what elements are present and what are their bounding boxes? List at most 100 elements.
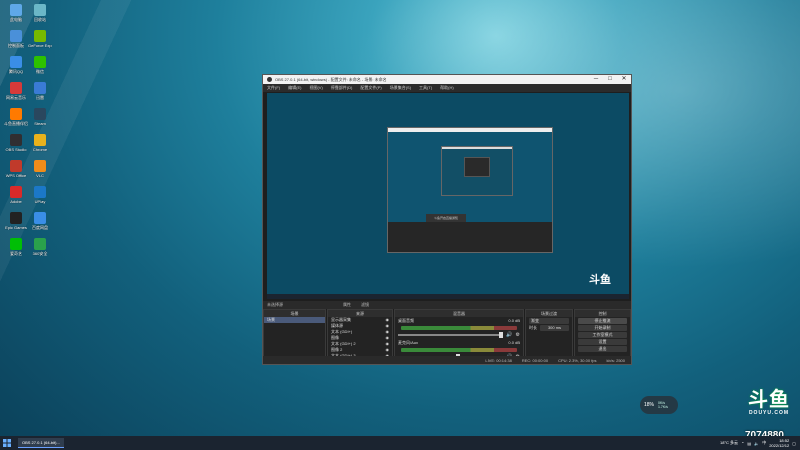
desktop-icon-label: 斗鱼直播伴侣: [4, 121, 28, 126]
desktop-icon-label: 360安全: [32, 251, 48, 256]
scenes-header: 场景: [264, 310, 325, 317]
desktop-icon-label: 百度网盘: [32, 225, 48, 230]
desktop-icon[interactable]: 此电脑: [4, 4, 28, 22]
desktop-icon[interactable]: Adobe: [4, 186, 28, 204]
desktop-icon[interactable]: 控制面板: [4, 30, 28, 48]
volume-icon[interactable]: 🔈: [754, 441, 759, 446]
clock-date: 2022/12/12: [769, 443, 790, 448]
desktop-icon[interactable]: 百度网盘: [28, 212, 52, 230]
obs-window: OBS 27.0.1 (64-bit, windows) - 配置文件: 未命名…: [262, 74, 632, 365]
taskbar-obs-item[interactable]: OBS 27.0.1 (64-bit)...: [18, 438, 64, 448]
desktop-icon[interactable]: 爱奇艺: [4, 238, 28, 256]
desktop-icon[interactable]: Epic Games: [4, 212, 28, 230]
menu-file[interactable]: 文件(F): [267, 85, 280, 91]
clock[interactable]: 18:52 2022/12/12: [769, 438, 789, 448]
desktop-icon[interactable]: 360安全: [28, 238, 52, 256]
menu-help[interactable]: 帮助(H): [440, 85, 454, 91]
douyu-logo: 斗鱼: [748, 387, 790, 411]
desktop-icon[interactable]: 回收站: [28, 4, 52, 22]
desktop-icon[interactable]: 斗鱼直播伴侣: [4, 108, 28, 126]
app-icon: [10, 238, 22, 250]
desktop-icon[interactable]: 迅雷: [28, 82, 52, 100]
sources-header: 来源: [328, 310, 392, 317]
bitrate: kb/s: 2500: [606, 357, 625, 363]
app-icon: [10, 108, 22, 120]
desktop-icon[interactable]: Chrome: [28, 134, 52, 152]
desktop-icon-label: UPlay: [34, 199, 46, 204]
app-icon: [34, 160, 46, 172]
desktop-icon[interactable]: Steam: [28, 108, 52, 126]
input-language[interactable]: 中: [762, 440, 766, 446]
desktop-icon[interactable]: UPlay: [28, 186, 52, 204]
menu-edit[interactable]: 编辑(E): [288, 85, 301, 91]
menu-view[interactable]: 视图(V): [309, 85, 322, 91]
preview-canvas[interactable]: 斗鱼开启直播通知 斗鱼: [267, 93, 629, 299]
maximize-button[interactable]: □: [603, 75, 617, 84]
net-usage-percent: 18%: [643, 402, 654, 408]
app-icon: [34, 30, 46, 42]
gear-icon[interactable]: ⚙: [516, 332, 520, 338]
stop-streaming-button[interactable]: 停止推流: [578, 318, 627, 324]
desktop-icon[interactable]: WPS Office: [4, 160, 28, 178]
start-button[interactable]: [0, 436, 14, 450]
duration-input[interactable]: 300 ms: [540, 325, 569, 331]
app-icon: [10, 134, 22, 146]
desktop-icon-label: 微信: [36, 69, 44, 74]
controls-header: 控制: [575, 310, 630, 317]
desktop-icon[interactable]: VLC: [28, 160, 52, 178]
app-icon: [10, 56, 22, 68]
app-icon: [34, 82, 46, 94]
desktop-icon-label: 爱奇艺: [10, 251, 22, 256]
desktop-icon[interactable]: GeForce Experience: [28, 30, 52, 48]
desktop-icon[interactable]: 微信: [28, 56, 52, 74]
volume-meter: [401, 348, 517, 352]
studio-mode-button[interactable]: 工作室模式: [578, 332, 627, 338]
close-button[interactable]: ✕: [617, 75, 631, 84]
app-icon: [34, 212, 46, 224]
notification-icon[interactable]: ▢: [792, 441, 796, 446]
duration-label: 时长: [529, 325, 537, 330]
desktop-icon-grid: 此电脑 回收站控制面板 GeForce Experience 腾讯QQ 微信网易云音乐 迅…: [0, 0, 56, 430]
desktop-icon[interactable]: 网易云音乐: [4, 82, 28, 100]
nested-obs-preview-2: [441, 146, 513, 196]
minimize-button[interactable]: ─: [589, 75, 603, 84]
weather[interactable]: 18°C 多云: [720, 440, 738, 446]
desktop-icon-label: VLC: [36, 173, 44, 178]
transitions-header: 场景过渡: [526, 310, 572, 317]
volume-slider[interactable]: [398, 332, 504, 338]
scene-item[interactable]: 场景: [264, 317, 325, 323]
desktop-icon-label: Steam: [34, 121, 46, 126]
transition-select[interactable]: 渐变: [529, 318, 569, 324]
desktop-icon-label: 网易云音乐: [6, 95, 26, 100]
speaker-icon[interactable]: 🔊: [506, 332, 512, 338]
app-icon: [34, 56, 46, 68]
desktop-icon[interactable]: 腾讯QQ: [4, 56, 28, 74]
properties-button[interactable]: 属性: [343, 302, 351, 308]
filters-button[interactable]: 滤镜: [361, 302, 369, 308]
channel-name: 麦克风/Aux: [398, 340, 419, 345]
desktop-icon-label: Adobe: [10, 199, 22, 204]
desktop-icon-label: 此电脑: [10, 17, 22, 22]
menu-tools[interactable]: 工具(T): [419, 85, 432, 91]
menu-scene-collection[interactable]: 场景集合(S): [390, 85, 411, 91]
app-icon: [10, 160, 22, 172]
channel-db: 0.0 dB: [508, 340, 520, 345]
menu-docks[interactable]: 停靠部件(D): [331, 85, 353, 91]
desktop-icon-label: GeForce Experience: [28, 43, 52, 48]
network-icon[interactable]: ▤: [747, 441, 751, 446]
download-speed: 1.7K/s: [658, 405, 668, 409]
chevron-up-icon[interactable]: ⌃: [741, 441, 744, 446]
douyu-url: DOUYU.COM: [748, 410, 790, 416]
menu-bar: 文件(F) 编辑(E) 视图(V) 停靠部件(D) 配置文件(P) 场景集合(S…: [263, 84, 631, 92]
no-source-label: 未选择源: [267, 302, 283, 307]
channel-db: 0.0 dB: [508, 318, 520, 323]
desktop-icon[interactable]: OBS Studio: [4, 134, 28, 152]
start-recording-button[interactable]: 开始录制: [578, 325, 627, 331]
menu-profile[interactable]: 配置文件(P): [360, 85, 381, 91]
settings-button[interactable]: 设置: [578, 339, 627, 345]
net-speed-widget[interactable]: 18% 0K/s 1.7K/s: [640, 396, 678, 414]
status-bar: LIVE: 00:14:38 REC: 00:00:00 CPU: 2.3%, …: [263, 356, 631, 364]
desktop-icon-label: Chrome: [32, 147, 48, 152]
preview-douyu-mark: 斗鱼: [589, 274, 611, 286]
exit-button[interactable]: 退出: [578, 346, 627, 352]
